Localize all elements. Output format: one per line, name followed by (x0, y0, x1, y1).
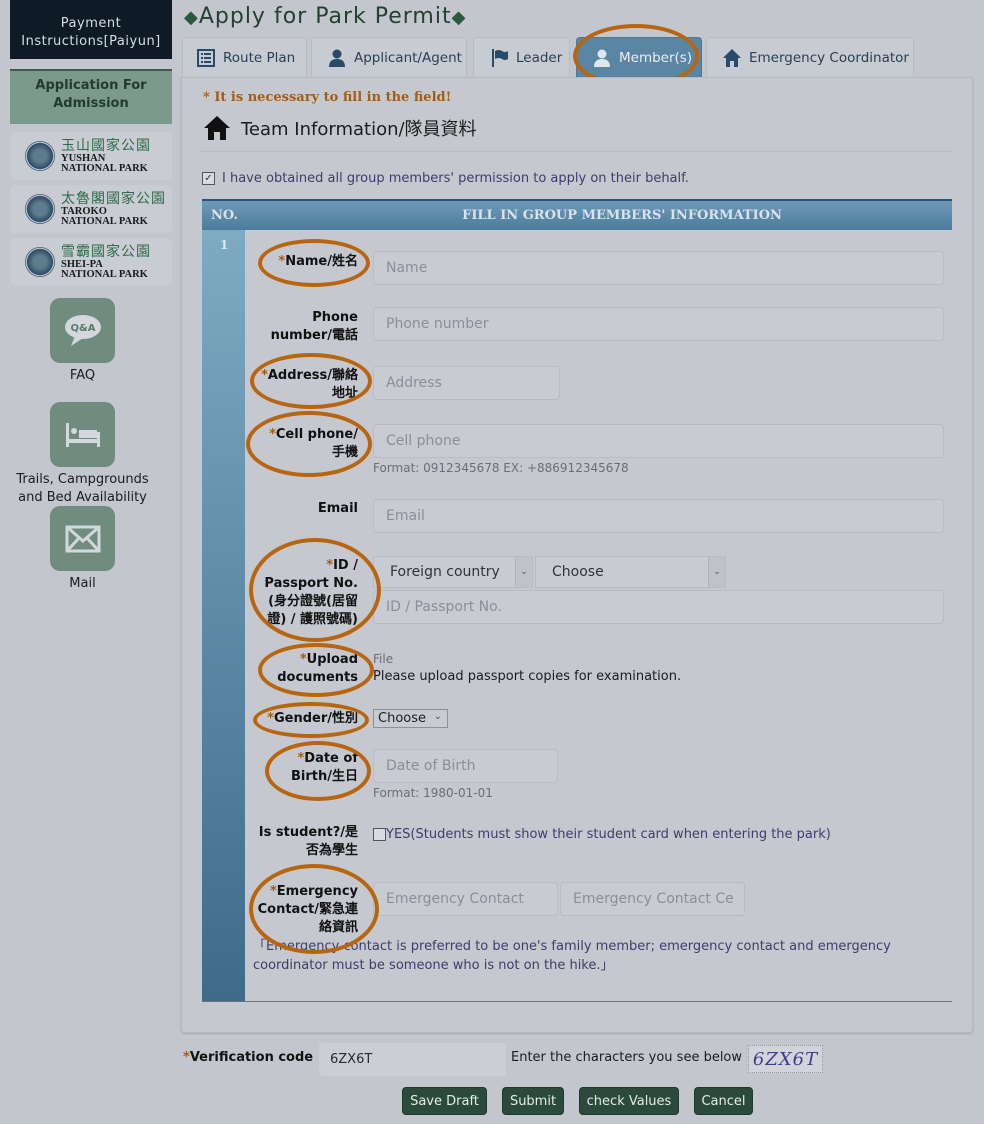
verification-label: *Verification code (183, 1050, 314, 1065)
park-link-sheipa[interactable]: 雪霸國家公園 SHEI-PA NATIONAL PARK (10, 238, 172, 286)
consent-checkbox[interactable]: ✓ (202, 172, 215, 185)
page-title: ◆Apply for Park Permit◆ (184, 4, 467, 29)
home-icon (723, 48, 741, 67)
tab-route-plan[interactable]: Route Plan (182, 37, 307, 77)
park-name-zh: 雪霸國家公園 (61, 244, 151, 260)
column-title: FILL IN GROUP MEMBERS' INFORMATION (462, 208, 782, 223)
chevron-down-icon: ⌄ (708, 557, 725, 587)
save-draft-button[interactable]: Save Draft (402, 1087, 487, 1115)
park-name-zh: 太魯閣國家公園 (61, 191, 166, 207)
phone-label: Phone number/電話 (270, 310, 358, 343)
qa-bubble-icon: Q&A (64, 314, 101, 346)
list-icon (197, 48, 215, 67)
payment-instructions-link[interactable]: Payment Instructions[Paiyun] (10, 0, 172, 59)
name-input[interactable]: Name (373, 251, 944, 285)
trails-button[interactable] (50, 402, 115, 467)
faq-button[interactable]: Q&A (50, 298, 115, 363)
tab-label: Leader (516, 49, 563, 66)
park-link-yushan[interactable]: 玉山國家公園 YUSHAN NATIONAL PARK (10, 132, 172, 180)
captcha-image: 6ZX6T (748, 1045, 823, 1073)
id-passport-input[interactable]: ID / Passport No. (373, 590, 944, 624)
park-name-en-sub: NATIONAL PARK (61, 163, 148, 174)
divider (200, 151, 952, 152)
verification-hint: Enter the characters you see below (511, 1050, 743, 1065)
email-label: Email (317, 501, 358, 516)
tab-emergency-coordinator[interactable]: Emergency Coordinator (706, 37, 914, 77)
verification-input[interactable]: 6ZX6T (319, 1043, 506, 1076)
park-name-en-sub: NATIONAL PARK (61, 269, 148, 280)
address-label: *Address/聯絡 地址 (261, 368, 358, 401)
application-admission-link[interactable]: Application For Admission (10, 69, 172, 124)
student-checkbox[interactable] (373, 828, 386, 841)
tab-label: Route Plan (223, 49, 296, 66)
dob-label: *Date of Birth/生日 (291, 751, 358, 784)
file-upload-button[interactable]: File (373, 652, 393, 666)
emergency-contact-cell-input[interactable]: Emergency Contact Ce (560, 882, 745, 916)
park-link-taroko[interactable]: 太魯閣國家公園 TAROKO NATIONAL PARK (10, 185, 172, 233)
student-label: Is student?/是 否為學生 (258, 825, 358, 858)
required-note: * It is necessary to fill in the field! (203, 90, 452, 105)
flag-icon (492, 48, 508, 67)
submit-button[interactable]: Submit (502, 1087, 564, 1115)
svg-text:Q&A: Q&A (70, 323, 95, 334)
cell-phone-input[interactable]: Cell phone (373, 424, 944, 458)
trails-label[interactable]: Trails, Campgrounds and Bed Availability (0, 471, 165, 507)
dob-input[interactable]: Date of Birth (373, 749, 558, 783)
tab-leader[interactable]: Leader (473, 37, 570, 77)
trails-label-line2: and Bed Availability (18, 490, 147, 505)
chevron-down-icon: ⌄ (515, 557, 532, 587)
member-number: 1 (220, 238, 229, 252)
mail-icon (65, 525, 100, 552)
tab-label: Emergency Coordinator (749, 49, 909, 66)
mail-label[interactable]: Mail (0, 575, 165, 593)
section-title: Team Information/隊員資料 (204, 115, 477, 141)
dob-hint: Format: 1980-01-01 (373, 786, 493, 800)
check-values-button[interactable]: check Values (579, 1087, 679, 1115)
tab-label: Applicant/Agent (354, 49, 462, 66)
home-icon (204, 116, 230, 140)
consent-checkbox-row[interactable]: ✓ I have obtained all group members' per… (202, 171, 689, 186)
application-admission-label: Application For Admission (35, 78, 147, 111)
emergency-contact-name-input[interactable]: Emergency Contact (373, 882, 558, 916)
divider (202, 1001, 952, 1002)
tab-applicant-agent[interactable]: Applicant/Agent (311, 37, 467, 77)
id-passport-label: *ID / Passport No. (身分證號(居留 證) / 護照號碼) (264, 558, 358, 627)
bed-icon (65, 422, 100, 447)
upload-documents-label: *Upload documents (277, 652, 358, 685)
user-icon (593, 49, 611, 67)
cancel-button[interactable]: Cancel (694, 1087, 753, 1115)
emergency-note: 「Emergency contact is preferred to be on… (253, 939, 891, 973)
phone-input[interactable]: Phone number (373, 307, 944, 341)
gender-label: *Gender/性別 (267, 711, 358, 726)
country-select[interactable]: Foreign country ⌄ (373, 556, 533, 588)
table-header: NO. FILL IN GROUP MEMBERS' INFORMATION (202, 199, 952, 230)
faq-label[interactable]: FAQ (0, 367, 165, 385)
tab-members[interactable]: Member(s) (576, 37, 702, 77)
email-input[interactable]: Email (373, 499, 944, 533)
trails-label-line1: Trails, Campgrounds (16, 472, 149, 487)
emergency-contact-label: *Emergency Contact/緊急連 絡資訊 (257, 884, 358, 935)
taroko-logo-icon (25, 194, 55, 224)
payment-instructions-label: Payment Instructions[Paiyun] (21, 16, 161, 49)
park-name-zh: 玉山國家公園 (61, 138, 151, 154)
id-type-select[interactable]: Choose ⌄ (535, 556, 726, 588)
chevron-down-icon: ⌄ (433, 711, 442, 722)
gender-select[interactable]: Choose ⌄ (373, 709, 448, 728)
mail-button[interactable] (50, 506, 115, 571)
sheipa-logo-icon (25, 247, 55, 277)
address-input[interactable]: Address (373, 366, 560, 400)
upload-note: Please upload passport copies for examin… (373, 669, 682, 684)
park-name-en-sub: NATIONAL PARK (61, 216, 148, 227)
student-option-label: YES(Students must show their student car… (386, 827, 831, 842)
student-checkbox-row[interactable]: YES(Students must show their student car… (373, 827, 831, 842)
tab-label: Member(s) (619, 49, 693, 66)
consent-label: I have obtained all group members' permi… (222, 171, 689, 186)
member-number-column: 1 (202, 230, 245, 1002)
yushan-logo-icon (25, 141, 55, 171)
name-label: *Name/姓名 (278, 254, 358, 269)
cell-phone-hint: Format: 0912345678 EX: +886912345678 (373, 461, 629, 475)
user-icon (328, 49, 346, 67)
cell-phone-label: *Cell phone/手機 (269, 427, 358, 460)
